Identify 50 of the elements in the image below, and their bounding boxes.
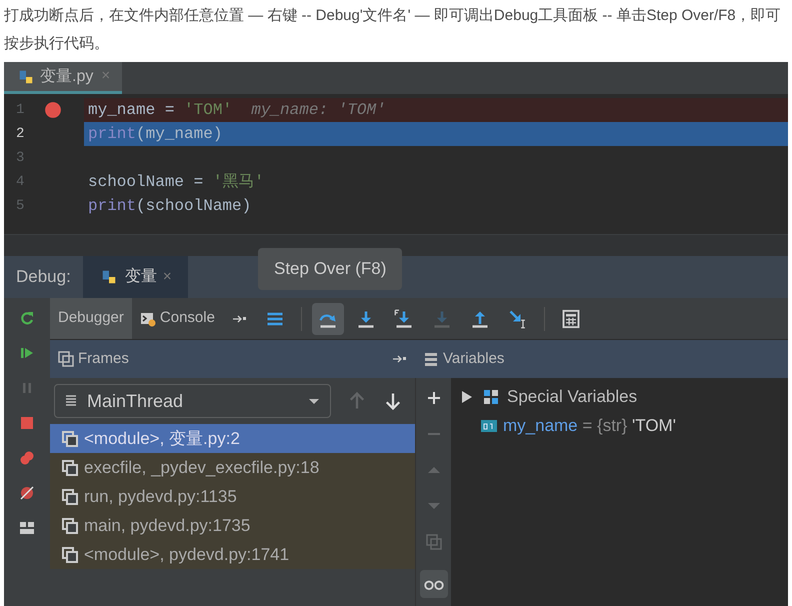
console-icon — [140, 310, 156, 326]
breakpoints-icon[interactable] — [19, 450, 35, 466]
instruction-text: 打成功断点后，在文件内部任意位置 — 右键 -- Debug'文件名' — 即可调出Debug工具面板 -- 单击Step Over/F8，即可按步执行代码。 — [3, 6, 782, 54]
code-text: print(schoolName) — [87, 196, 252, 217]
debug-session-tab[interactable]: 变量 × — [82, 256, 188, 298]
step-over-icon[interactable] — [312, 302, 344, 334]
frame-icon — [62, 488, 78, 504]
tooltip: Step Over (F8) — [258, 248, 402, 290]
rerun-icon[interactable] — [19, 310, 35, 326]
watch-toggle-button[interactable] — [420, 570, 448, 598]
line-number: 3 — [15, 148, 26, 168]
frame-icon — [62, 546, 78, 562]
variable-group[interactable]: Special Variables — [451, 382, 788, 411]
close-tab-icon[interactable]: × — [162, 266, 172, 288]
frame-item[interactable]: <module>, pydevd.py:1741 — [50, 540, 415, 569]
resume-icon[interactable] — [19, 345, 35, 361]
stop-icon[interactable] — [19, 415, 35, 431]
code-text: my_name = 'TOM' my_name: 'TOM' — [84, 98, 788, 122]
frame-item[interactable]: <module>, 变量.py:2 — [50, 424, 415, 453]
variable-icon — [481, 418, 497, 434]
debug-label: Debug: — [15, 266, 72, 288]
variables-title: Variables — [443, 348, 504, 369]
frame-item[interactable]: run, pydevd.py:1135 — [50, 482, 415, 511]
frame-item[interactable]: execfile, _pydev_execfile.py:18 — [50, 453, 415, 482]
thread-dropdown[interactable]: MainThread — [54, 384, 331, 418]
frame-icon — [62, 460, 78, 476]
frame-icon — [62, 518, 78, 534]
frame-icon — [62, 430, 78, 446]
file-tab[interactable]: 变量.py × — [4, 62, 122, 94]
mute-breakpoints-icon[interactable] — [19, 485, 35, 501]
view-tab[interactable]: Console — [132, 298, 223, 339]
line-number: 4 — [15, 172, 26, 192]
tab-label: 变量 — [124, 266, 157, 287]
line-number: 5 — [15, 196, 26, 216]
tab-label: 变量.py — [40, 66, 94, 86]
frame-item[interactable]: main, pydevd.py:1735 — [50, 511, 415, 540]
down-arrow-icon[interactable] — [383, 391, 403, 411]
code-text: schoolName = '黑马' — [87, 172, 266, 193]
layout-icon[interactable] — [19, 520, 35, 536]
variable-row[interactable]: my_name = {str} 'TOM' — [451, 411, 788, 440]
line-number: 2 — [15, 124, 26, 144]
frames-title: Frames — [78, 348, 130, 369]
variables-icon — [423, 351, 439, 367]
line-number: 1 — [15, 100, 26, 120]
grid-icon — [483, 388, 499, 404]
frames-icon — [58, 351, 74, 367]
add-icon[interactable] — [426, 390, 442, 406]
view-tab[interactable]: Debugger — [50, 298, 132, 339]
thread-icon — [63, 393, 79, 409]
code-text: print(my_name) — [84, 122, 788, 146]
